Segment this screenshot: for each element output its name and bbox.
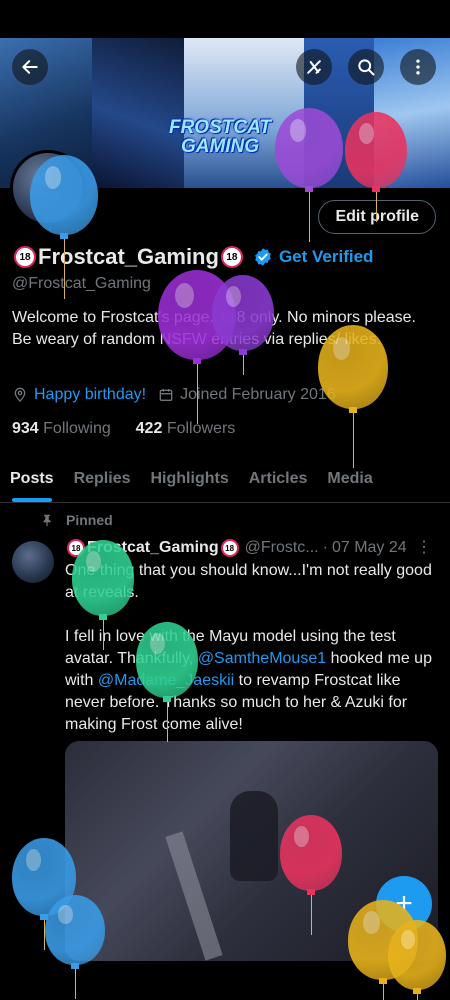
pinned-label: Pinned (66, 512, 113, 528)
following-link[interactable]: 934 Following (12, 420, 111, 437)
pin-icon (43, 514, 51, 527)
profile-tabs: Posts Replies Highlights Articles Media (0, 455, 450, 503)
followers-count: 422 (135, 420, 163, 437)
following-label: Following (43, 420, 111, 437)
more-button[interactable] (400, 49, 436, 85)
grok-button[interactable] (296, 49, 332, 85)
birthday-link[interactable]: Happy birthday! (34, 386, 146, 404)
balloon-decoration (45, 895, 105, 999)
tab-label: Media (327, 470, 373, 487)
balloon-decoration (275, 108, 343, 242)
age-18-badge-icon: 18 (220, 539, 239, 557)
media-beam (165, 831, 223, 961)
age-18-badge-icon: 18 (220, 246, 243, 268)
tab-label: Articles (248, 470, 308, 487)
balloon-decoration (212, 275, 274, 375)
tab-replies[interactable]: Replies (64, 455, 141, 502)
followers-link[interactable]: 422 Followers (136, 420, 236, 437)
banner-logo: FROSTCAT GAMING (160, 118, 280, 156)
tab-highlights[interactable]: Highlights (141, 455, 239, 502)
tab-label: Posts (10, 470, 54, 487)
balloon-decoration (345, 112, 407, 222)
more-vertical-icon (416, 59, 420, 75)
tab-media[interactable]: Media (317, 455, 382, 502)
balloon-decoration (136, 622, 198, 742)
profile-meta: Happy birthday! Joined February 2016 (12, 386, 336, 404)
following-count: 934 (12, 420, 39, 437)
get-verified-link[interactable]: Get Verified (279, 247, 373, 267)
status-bar (0, 0, 450, 38)
grok-icon (307, 60, 321, 74)
follow-stats: 934 Following 422 Followers (12, 420, 235, 438)
balloon-decoration (388, 920, 446, 1000)
balloon-decoration (280, 815, 342, 935)
media-figure (230, 791, 278, 881)
separator: · (322, 539, 328, 556)
balloon-decoration (72, 540, 134, 650)
followers-label: Followers (166, 420, 236, 437)
post-author-handle[interactable]: @Frostc... (245, 539, 319, 557)
post-date[interactable]: 07 May 24 (332, 539, 407, 557)
tab-label: Replies (73, 470, 131, 487)
back-button[interactable] (12, 49, 48, 85)
display-name: Frostcat_Gaming (38, 244, 219, 269)
active-tab-indicator (12, 498, 52, 502)
post-more-button[interactable]: ⋮ (416, 537, 432, 557)
search-icon (358, 59, 375, 76)
location-icon (14, 387, 26, 402)
post-paragraph-2: I fell in love with the Mayu model using… (65, 626, 435, 736)
search-button[interactable] (348, 49, 384, 85)
tab-articles[interactable]: Articles (239, 455, 318, 502)
mention-link[interactable]: @SamtheMouse1 (198, 650, 326, 667)
edit-profile-button[interactable]: Edit profile (318, 200, 436, 234)
banner-art-2 (92, 38, 184, 188)
pinned-indicator: Pinned (40, 512, 113, 528)
age-18-badge-icon: 18 (14, 246, 36, 268)
calendar-icon (159, 389, 173, 401)
profile-handle: @Frostcat_Gaming (12, 275, 151, 292)
profile-name-row: 18 Frostcat_Gaming 18 Get Verified (12, 243, 373, 271)
banner-logo-line2: GAMING (180, 136, 260, 157)
joined-date: Joined February 2016 (180, 386, 336, 403)
banner-logo-line1: FROSTCAT (168, 117, 272, 138)
verified-check-icon[interactable] (253, 247, 273, 267)
tab-label: Highlights (150, 470, 229, 487)
balloon-decoration (30, 155, 98, 299)
arrow-left-icon (22, 60, 38, 74)
tab-posts[interactable]: Posts (0, 455, 64, 502)
balloon-decoration (318, 325, 388, 468)
post-author-avatar[interactable] (12, 541, 54, 583)
